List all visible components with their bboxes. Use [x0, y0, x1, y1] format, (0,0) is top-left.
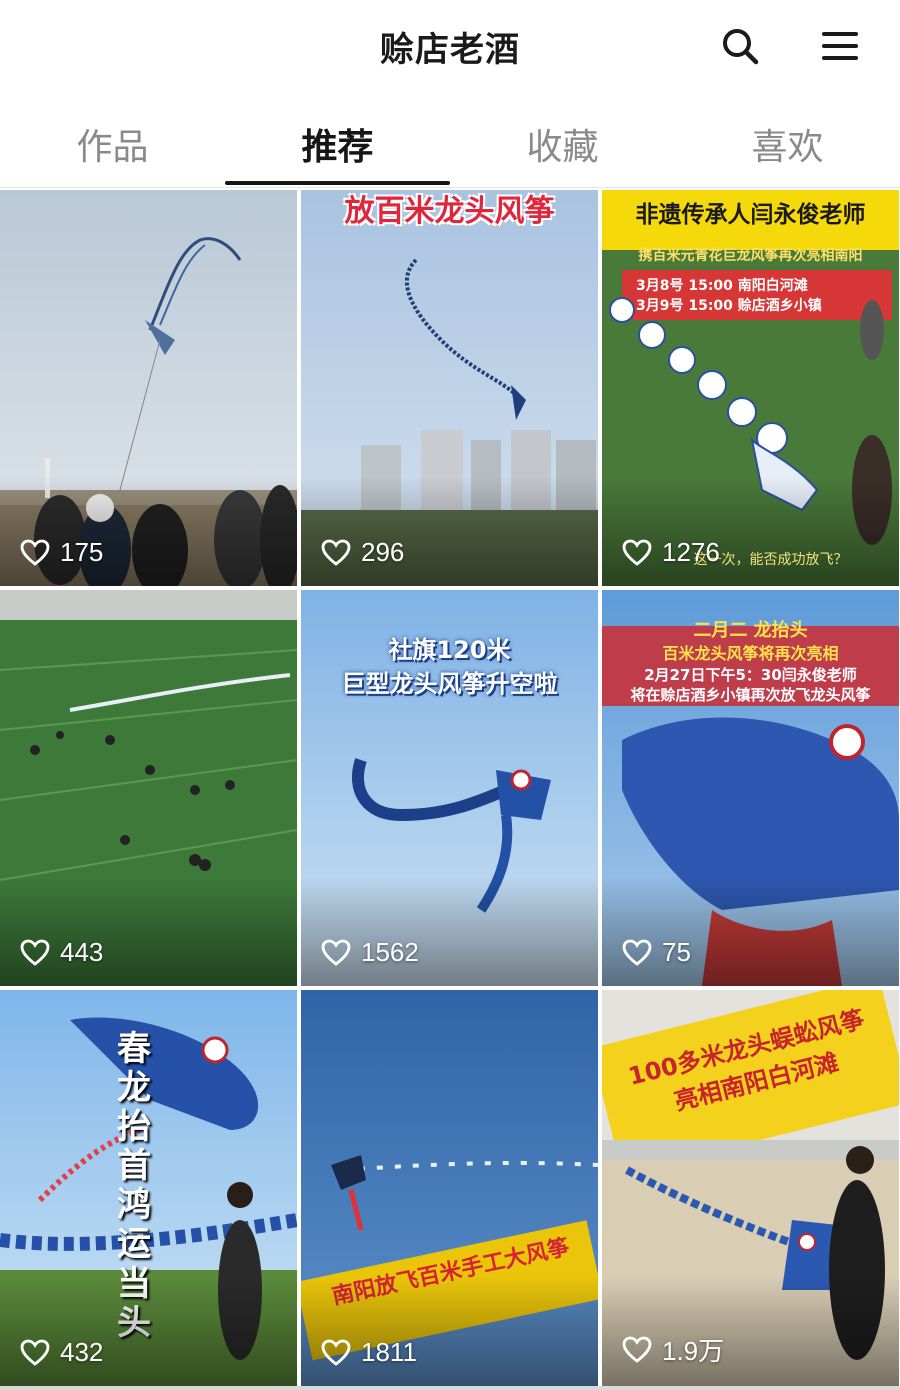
- video-thumbnail[interactable]: 443: [0, 590, 297, 986]
- thumbnail-shade: [301, 876, 598, 986]
- like-count-value: 1811: [361, 1337, 417, 1367]
- heart-icon: [20, 539, 50, 566]
- tab-works[interactable]: 作品: [0, 118, 225, 170]
- video-thumbnail[interactable]: 非遗传承人闫永俊老师 携百米元青花巨龙风筝再次亮相南阳 3月8号 15:00 南…: [602, 190, 899, 586]
- tab-recommended[interactable]: 推荐: [225, 118, 450, 170]
- video-caption: 携百米元青花巨龙风筝再次亮相南阳: [638, 248, 863, 264]
- video-thumbnail[interactable]: 175: [0, 190, 297, 586]
- active-tab-indicator: [225, 181, 450, 185]
- video-caption: 放百米龙头风筝: [344, 194, 555, 229]
- video-caption: 2月27日下午5：30闫永俊老师: [644, 666, 857, 684]
- video-caption: 社旗120米: [388, 636, 511, 664]
- search-button[interactable]: [716, 22, 764, 70]
- menu-button[interactable]: [816, 22, 864, 70]
- like-count: 1276: [622, 537, 720, 568]
- tab-favorites[interactable]: 收藏: [450, 118, 675, 170]
- heart-icon: [321, 1339, 351, 1366]
- video-caption: 二月二 龙抬头: [693, 620, 808, 641]
- video-caption: 将在赊店酒乡小镇再次放飞龙头风筝: [630, 686, 871, 704]
- thumbnail-shade: [301, 1276, 598, 1386]
- divider: [0, 187, 900, 188]
- thumbnail-shade: [602, 476, 899, 586]
- thumbnail-shade: [0, 876, 297, 986]
- heart-icon: [321, 539, 351, 566]
- video-thumbnail[interactable]: 放百米龙头风筝 296: [301, 190, 598, 586]
- tab-likes[interactable]: 喜欢: [675, 118, 900, 170]
- like-count: 175: [20, 537, 103, 568]
- video-caption: 3月9号 15:00 赊店酒乡小镇: [636, 298, 822, 314]
- video-thumbnail[interactable]: 100多米龙头蜈蚣风筝 亮相南阳白河滩 1.9万: [602, 990, 899, 1386]
- heart-icon: [622, 539, 652, 566]
- video-thumbnail[interactable]: 春龙抬首鸿运当头 432: [0, 990, 297, 1386]
- like-count: 296: [321, 537, 404, 568]
- page-title: 赊店老酒: [380, 30, 520, 70]
- like-count-value: 1562: [361, 937, 419, 967]
- video-caption: 巨型龙头风筝升空啦: [341, 670, 558, 698]
- menu-icon: [822, 32, 858, 60]
- video-caption: 百米龙头风筝将再次亮相: [662, 644, 839, 663]
- heart-icon: [20, 939, 50, 966]
- like-count-value: 432: [60, 1337, 104, 1367]
- video-caption: 非遗传承人闫永俊老师: [635, 202, 866, 228]
- next-row-edge: [0, 1386, 900, 1390]
- thumbnail-shade: [301, 476, 598, 586]
- like-count-value: 443: [60, 937, 104, 967]
- heart-icon: [622, 1336, 652, 1363]
- thumbnail-shade: [602, 876, 899, 986]
- like-count: 432: [20, 1337, 103, 1368]
- like-count: 1811: [321, 1337, 417, 1368]
- like-count-value: 1.9万: [662, 1336, 725, 1366]
- search-icon: [723, 29, 759, 65]
- tab-bar: 作品 推荐 收藏 喜欢: [0, 92, 900, 188]
- heart-icon: [622, 939, 652, 966]
- like-count-value: 75: [662, 937, 691, 967]
- like-count: 1.9万: [622, 1331, 724, 1368]
- heart-icon: [321, 939, 351, 966]
- like-count-value: 1276: [662, 537, 720, 567]
- like-count: 75: [622, 937, 691, 968]
- thumbnail-shade: [0, 1276, 297, 1386]
- thumbnail-shade: [0, 476, 297, 586]
- like-count: 443: [20, 937, 103, 968]
- video-thumbnail[interactable]: 二月二 龙抬头 百米龙头风筝将再次亮相 2月27日下午5：30闫永俊老师 将在赊…: [602, 590, 899, 986]
- like-count-value: 175: [60, 537, 104, 567]
- app-header: 赊店老酒: [0, 0, 900, 92]
- heart-icon: [20, 1339, 50, 1366]
- video-thumbnail[interactable]: 南阳放飞百米手工大风筝 1811: [301, 990, 598, 1386]
- like-count: 1562: [321, 937, 419, 968]
- video-thumbnail[interactable]: 社旗120米 巨型龙头风筝升空啦 1562: [301, 590, 598, 986]
- video-caption: 3月8号 15:00 南阳白河滩: [636, 278, 808, 294]
- like-count-value: 296: [361, 537, 405, 567]
